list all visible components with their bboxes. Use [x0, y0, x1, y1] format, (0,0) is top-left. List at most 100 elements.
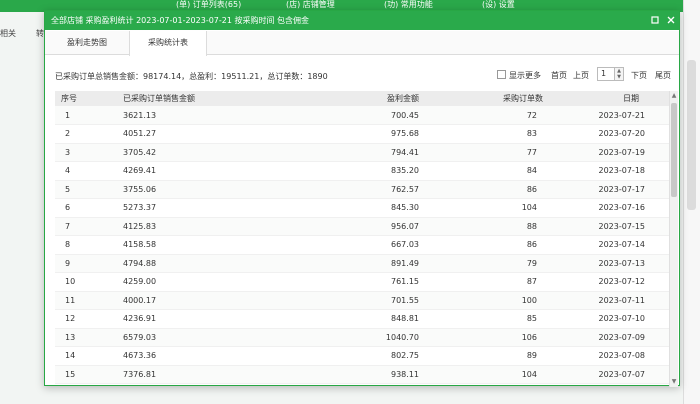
column-header-index[interactable]: 序号	[55, 91, 111, 106]
scrollbar-thumb[interactable]	[687, 60, 696, 210]
table-row[interactable]: 3 3705.42 794.41 77 2023-07-19	[55, 143, 669, 162]
profit-amount: 975.68	[321, 124, 431, 144]
profit-amount: 701.55	[321, 291, 431, 310]
order-count: 86	[431, 235, 563, 255]
table-row[interactable]: 11 4000.17 701.55 100 2023-07-11	[55, 291, 669, 310]
date: 2023-07-12	[563, 272, 669, 292]
order-count: 100	[431, 291, 563, 310]
date: 2023-07-11	[563, 291, 669, 310]
date: 2023-07-19	[563, 143, 669, 162]
profit-amount: 761.15	[321, 272, 431, 292]
order-count: 104	[431, 365, 563, 384]
dialog-titlebar[interactable]: 全部店铺 采购盈利统计 2023-07-01-2023-07-21 按采购时间 …	[45, 11, 679, 30]
date: 2023-07-14	[563, 235, 669, 255]
sales-amount: 3621.13	[111, 106, 321, 125]
row-index: 7	[55, 217, 111, 236]
profit-amount: 667.03	[321, 235, 431, 255]
order-count: 83	[431, 124, 563, 144]
scroll-down-icon[interactable]: ▼	[670, 378, 678, 386]
last-page-link[interactable]: 尾页	[655, 70, 671, 81]
sales-amount: 6579.03	[111, 328, 321, 347]
close-button[interactable]	[665, 14, 677, 26]
table-header: 序号 已采购订单销售金额 盈利金额 采购订单数 日期	[55, 91, 669, 106]
profit-amount: 1040.70	[321, 328, 431, 347]
row-index: 4	[55, 161, 111, 181]
row-index: 12	[55, 309, 111, 329]
table-row[interactable]: 12 4236.91 848.81 85 2023-07-10	[55, 309, 669, 329]
table-row[interactable]: 7 4125.83 956.07 88 2023-07-15	[55, 217, 669, 236]
stats-table-container: 序号 已采购订单销售金额 盈利金额 采购订单数 日期 1 3621.13 700.4…	[55, 91, 669, 387]
table-scrollbar[interactable]: ▲ ▼	[669, 91, 678, 387]
page-number-input[interactable]: 1	[597, 67, 615, 81]
date: 2023-07-10	[563, 309, 669, 329]
tab-purchase-stats[interactable]: 采购统计表	[129, 31, 207, 56]
table-row[interactable]: 13 6579.03 1040.70 106 2023-07-09	[55, 328, 669, 347]
row-index: 10	[55, 272, 111, 292]
column-header-date[interactable]: 日期	[563, 91, 669, 106]
order-count: 106	[431, 328, 563, 347]
date: 2023-07-13	[563, 254, 669, 273]
sales-amount: 3705.42	[111, 143, 321, 162]
order-count: 104	[431, 198, 563, 218]
summary-text: 已采购订单总销售金额：98174.14，总盈利：19511.21，总订单数：18…	[55, 72, 328, 81]
profit-amount: 762.57	[321, 180, 431, 199]
profit-amount: 938.11	[321, 365, 431, 384]
order-count: 79	[431, 254, 563, 273]
profit-amount: 848.81	[321, 309, 431, 329]
sales-amount: 4794.88	[111, 254, 321, 273]
order-count: 89	[431, 346, 563, 366]
table-row[interactable]: 9 4794.88 891.49 79 2023-07-13	[55, 254, 669, 273]
sales-amount: 4051.27	[111, 124, 321, 144]
sales-amount: 4125.83	[111, 217, 321, 236]
background-label: 转	[36, 29, 44, 38]
purchase-stats-dialog: 全部店铺 采购盈利统计 2023-07-01-2023-07-21 按采购时间 …	[44, 10, 680, 387]
date: 2023-07-17	[563, 180, 669, 199]
row-index: 5	[55, 180, 111, 199]
date: 2023-07-16	[563, 198, 669, 218]
scrollbar-thumb[interactable]	[671, 103, 677, 197]
stats-table: 序号 已采购订单销售金额 盈利金额 采购订单数 日期 1 3621.13 700.4…	[55, 91, 669, 384]
table-row[interactable]: 6 5273.37 845.30 104 2023-07-16	[55, 198, 669, 218]
column-header-profit[interactable]: 盈利金额	[321, 91, 431, 106]
sales-amount: 4673.36	[111, 346, 321, 366]
prev-page-link[interactable]: 上页	[573, 70, 589, 81]
sales-amount: 4259.00	[111, 272, 321, 292]
first-page-link[interactable]: 首页	[551, 70, 567, 81]
row-index: 11	[55, 291, 111, 310]
next-page-link[interactable]: 下页	[631, 70, 647, 81]
square-icon	[651, 16, 659, 24]
date: 2023-07-18	[563, 161, 669, 181]
table-row[interactable]: 10 4259.00 761.15 87 2023-07-12	[55, 272, 669, 292]
row-index: 14	[55, 346, 111, 366]
order-count: 86	[431, 180, 563, 199]
column-header-order-count[interactable]: 采购订单数	[431, 91, 563, 106]
table-row[interactable]: 14 4673.36 802.75 89 2023-07-08	[55, 346, 669, 366]
order-count: 87	[431, 272, 563, 292]
date: 2023-07-08	[563, 346, 669, 366]
row-index: 15	[55, 365, 111, 384]
order-count: 77	[431, 143, 563, 162]
row-index: 6	[55, 198, 111, 218]
show-more-checkbox[interactable]	[497, 70, 506, 79]
row-index: 3	[55, 143, 111, 162]
tab-profit-trend[interactable]: 盈利走势图	[51, 31, 123, 55]
table-row[interactable]: 8 4158.58 667.03 86 2023-07-14	[55, 235, 669, 255]
sales-amount: 5273.37	[111, 198, 321, 218]
dialog-title: 全部店铺 采购盈利统计 2023-07-01-2023-07-21 按采购时间 …	[51, 16, 310, 25]
page-spinner[interactable]: ▲ ▼	[615, 67, 624, 81]
table-row[interactable]: 4 4269.41 835.20 84 2023-07-18	[55, 161, 669, 181]
column-header-sales[interactable]: 已采购订单销售金额	[111, 91, 321, 106]
table-row[interactable]: 15 7376.81 938.11 104 2023-07-07	[55, 365, 669, 384]
table-row[interactable]: 2 4051.27 975.68 83 2023-07-20	[55, 124, 669, 144]
order-count: 72	[431, 106, 563, 125]
scroll-up-icon[interactable]: ▲	[670, 92, 678, 100]
maximize-button[interactable]	[649, 14, 661, 26]
background-scrollbar[interactable]	[683, 0, 700, 404]
profit-amount: 835.20	[321, 161, 431, 181]
profit-amount: 956.07	[321, 217, 431, 236]
table-row[interactable]: 1 3621.13 700.45 72 2023-07-21	[55, 106, 669, 125]
pager: 显示更多 首页 上页 1 ▲ ▼ 下页 尾页	[495, 67, 675, 83]
profit-amount: 845.30	[321, 198, 431, 218]
table-row[interactable]: 5 3755.06 762.57 86 2023-07-17	[55, 180, 669, 199]
sales-amount: 3755.06	[111, 180, 321, 199]
